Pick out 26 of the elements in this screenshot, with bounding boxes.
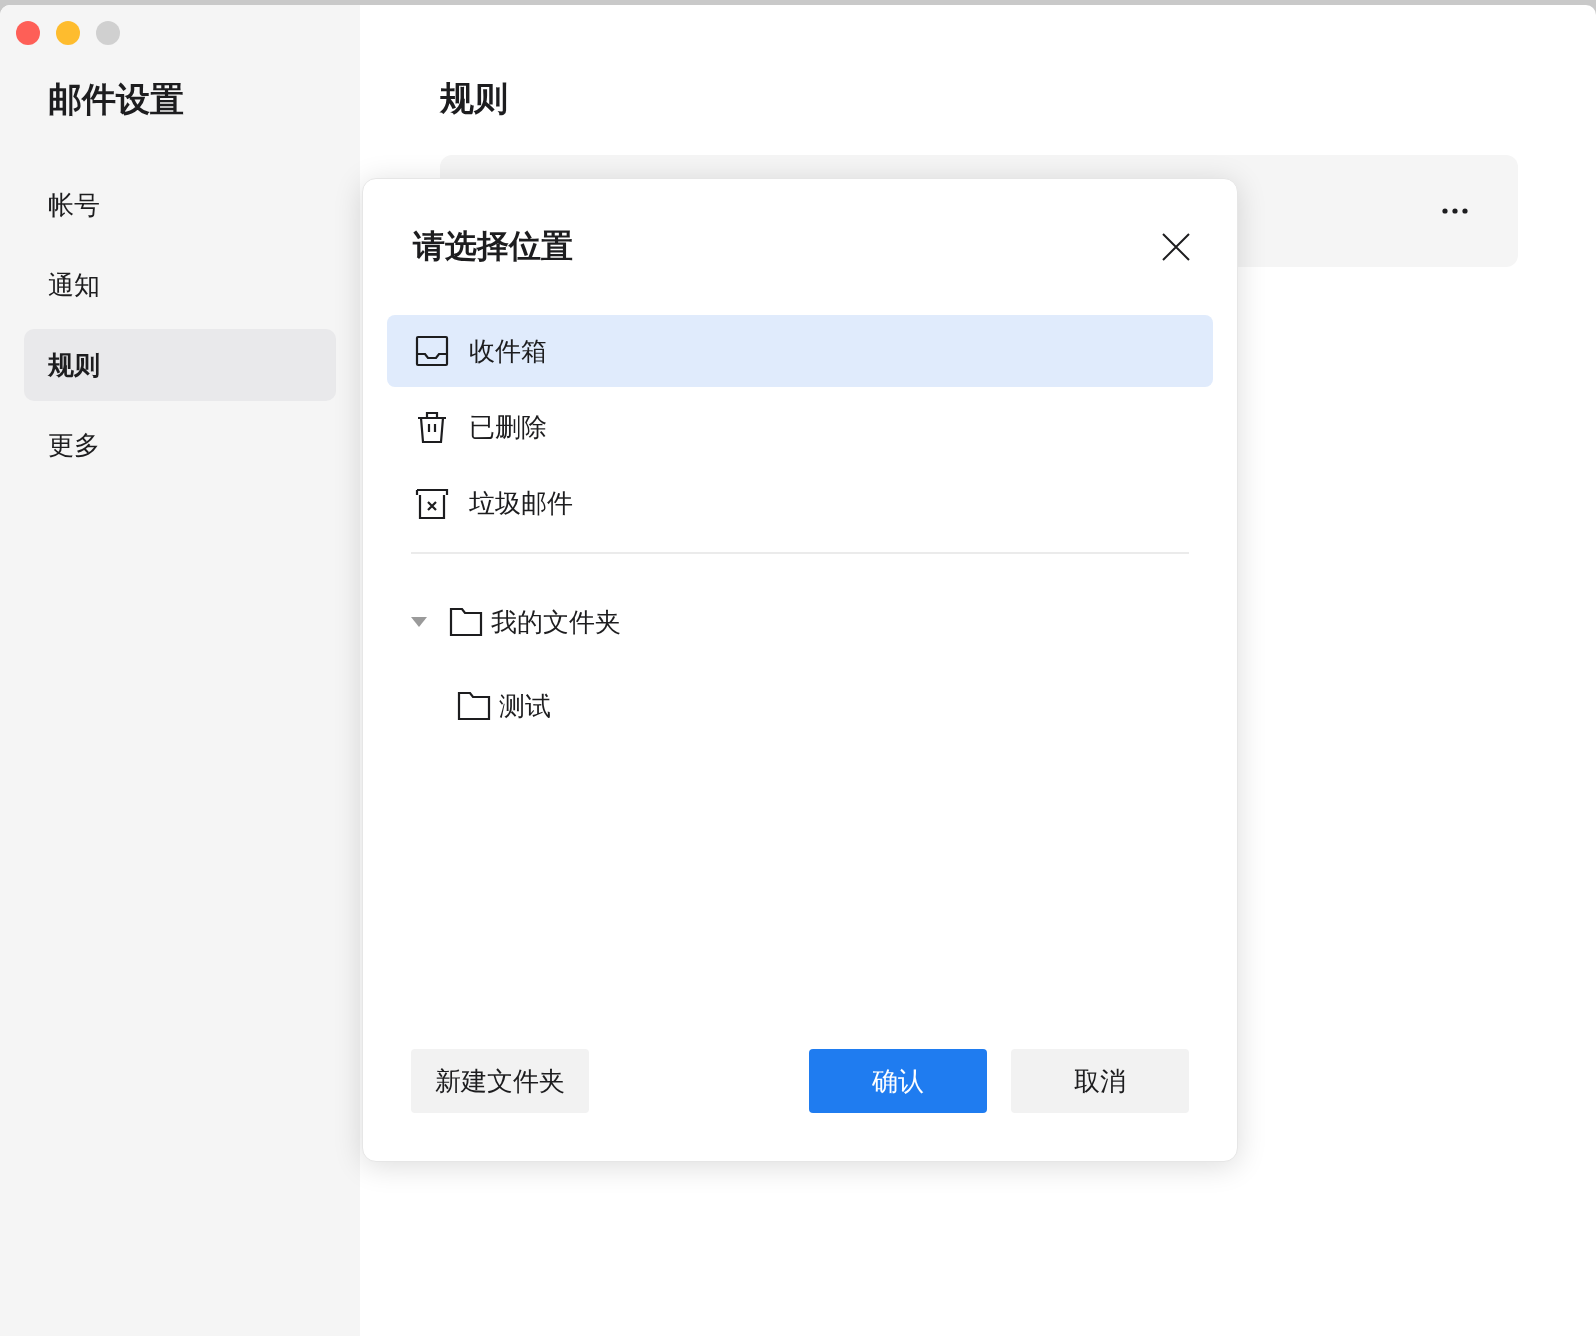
location-item[interactable]: 垃圾邮件 (387, 467, 1213, 539)
caret-icon[interactable] (411, 617, 427, 627)
sidebar-item[interactable]: 帐号 (24, 169, 336, 241)
window-control[interactable] (16, 21, 40, 45)
sidebar-item[interactable]: 更多 (24, 409, 336, 481)
window-control[interactable] (56, 21, 80, 45)
window-control[interactable] (96, 21, 120, 45)
page-title: 规则 (440, 77, 509, 120)
close-button[interactable] (1161, 232, 1191, 262)
location-item[interactable]: 收件箱 (387, 315, 1213, 387)
sidebar-title: 邮件设置 (48, 78, 185, 121)
dialog-button[interactable]: 新建文件夹 (411, 1049, 589, 1113)
sidebar-item[interactable]: 通知 (24, 249, 336, 321)
junk-box-icon (415, 486, 449, 520)
folder-item[interactable]: 测试 (411, 664, 1213, 748)
dialog-button[interactable]: 取消 (1011, 1049, 1189, 1113)
sidebar-item[interactable]: 规则 (24, 329, 336, 401)
trash-icon (415, 410, 449, 444)
dialog-title: 请选择位置 (413, 226, 573, 267)
confirm-button[interactable]: 确认 (809, 1049, 987, 1113)
folder-icon (457, 691, 491, 721)
folder-item[interactable]: 我的文件夹 (411, 580, 1213, 664)
location-item[interactable]: 已删除 (387, 391, 1213, 463)
inbox-icon (415, 334, 449, 368)
folder-icon (449, 607, 483, 637)
more-icon[interactable] (1442, 208, 1468, 214)
